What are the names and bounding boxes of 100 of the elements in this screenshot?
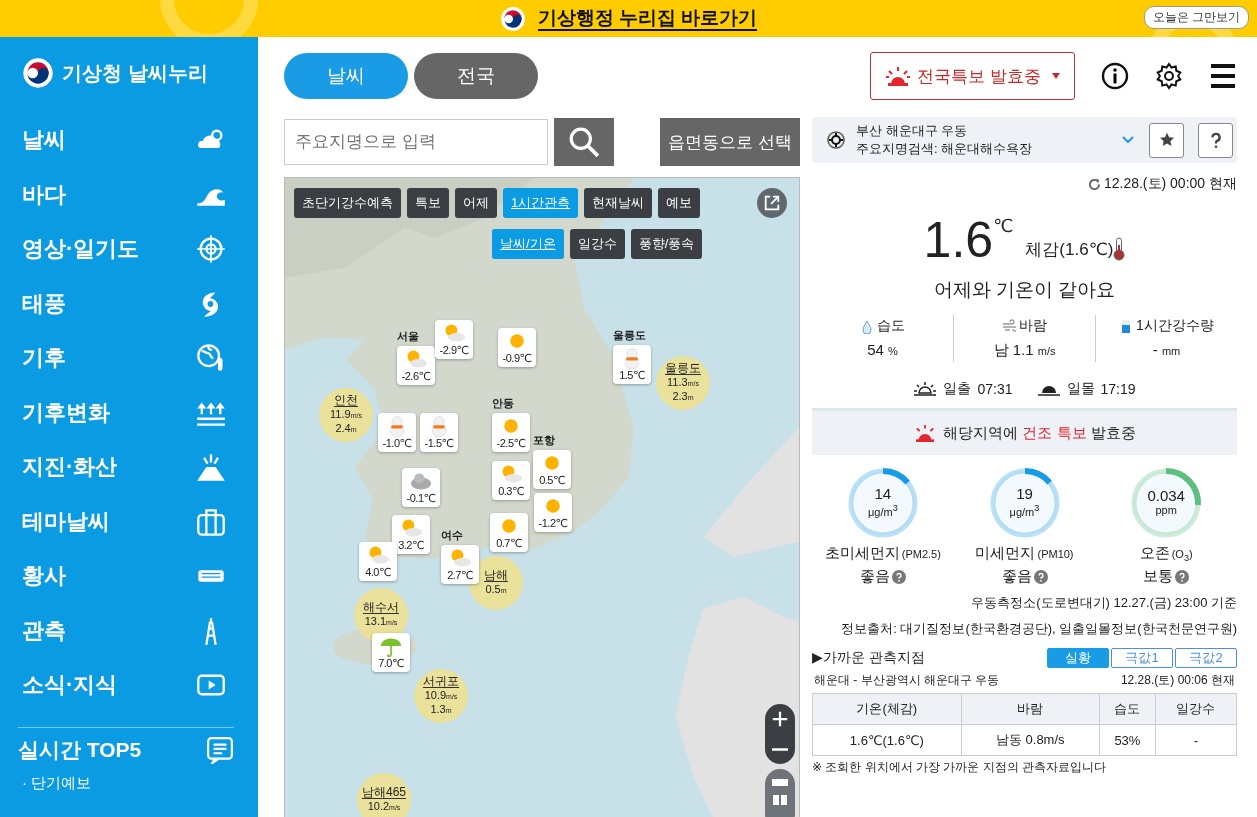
station-name: 포항 [533, 433, 555, 448]
dismiss-button[interactable]: 오늘은 그만보기 [1143, 6, 1249, 29]
help-button[interactable] [1198, 122, 1233, 158]
caret-icon [1052, 73, 1060, 79]
temperature: 0.5℃ [539, 474, 565, 487]
section-title: ▶가까운 관측지점 [812, 649, 925, 668]
station-info: 해운대 - 부산광역시 해운대구 우동 [814, 672, 1000, 690]
map-subtab[interactable]: 풍향/풍속 [630, 229, 703, 259]
source-info: 정보출처: 대기질정보(한국환경공단), 일출일몰정보(한국천문연구원) [840, 620, 1237, 639]
search-button[interactable] [554, 118, 614, 166]
sea-station-name: 인천 [334, 394, 358, 407]
region-select-button[interactable]: 읍면동으로 선택 [660, 118, 800, 166]
weather-card[interactable]: -1.2℃ [534, 493, 572, 532]
thermometer-icon [1113, 237, 1126, 261]
temperature: -1.0℃ [382, 437, 412, 450]
menu-icon[interactable] [1209, 62, 1237, 90]
feels-like: 체감(1.6℃) [1025, 239, 1114, 261]
observation-time: 12.28.(토) 00:00 현재 [1103, 175, 1237, 193]
chevron-down-icon[interactable] [1121, 135, 1135, 145]
weather-card[interactable]: -2.5℃ [492, 413, 530, 452]
sunset-label: 일몰 [1066, 380, 1095, 398]
sea-station-name: 남해465 [362, 786, 406, 799]
temperature: 4.0℃ [365, 566, 391, 579]
banner-link[interactable]: 기상행정 누리집 바로가기 [537, 6, 758, 31]
help-icon[interactable] [891, 569, 906, 584]
map-tab[interactable]: 예보 [658, 188, 701, 218]
temperature: 0.7℃ [496, 537, 522, 550]
stat-value: 54 % [867, 341, 898, 358]
crosshair-icon[interactable] [826, 130, 846, 150]
weather-card[interactable]: -1.0℃ [378, 413, 416, 452]
temperature: -1.2℃ [538, 517, 568, 530]
site-logo-text: 기상청 날씨누리 [62, 60, 208, 86]
alert-button[interactable]: 전국특보 발효중 [870, 52, 1075, 100]
pollutant-name: 오존 [1139, 544, 1170, 561]
sea-station-name: 울릉도 [665, 362, 701, 375]
weather-card[interactable]: -2.6℃ [397, 346, 435, 385]
stat-value: 남 1.1 m/s [993, 341, 1056, 360]
temperature: 1.5℃ [619, 369, 645, 382]
weather-card[interactable]: -1.5℃ [420, 413, 458, 452]
ruler-button[interactable] [765, 769, 795, 817]
pollutant-code: (PM2.5) [901, 548, 941, 560]
pollutant-code: (PM10) [1037, 548, 1074, 560]
target-icon [196, 234, 226, 265]
help-icon[interactable] [1033, 569, 1048, 584]
station-name: 울릉도 [613, 328, 646, 343]
weather-card[interactable]: -0.9℃ [498, 328, 536, 367]
globe-icon [196, 343, 226, 374]
air-value: 19 [1016, 487, 1033, 502]
weather-card[interactable]: 3.2℃ [392, 515, 430, 554]
stat-label: 습도 [877, 317, 905, 335]
weather-card[interactable]: 1.5℃ [613, 345, 651, 384]
tab[interactable]: 전국 [414, 53, 538, 99]
air-value: 0.034 [1147, 489, 1185, 503]
stat-label: 바람 [1019, 317, 1047, 335]
volcano-icon [196, 452, 226, 483]
siren-icon [885, 66, 911, 86]
weather-card[interactable]: 2.7℃ [441, 545, 479, 584]
table-cell: 1.6℃(1.6℃) [812, 724, 962, 756]
air-unit: μg/m$^{3}$ [1009, 502, 1040, 519]
temperature: 0.3℃ [498, 485, 524, 498]
info-icon[interactable] [1101, 62, 1129, 90]
map-tab[interactable]: 특보 [407, 188, 449, 218]
weather-card[interactable]: -0.1℃ [402, 468, 440, 507]
umbrella-icon [379, 635, 403, 657]
air-grade: 보통 [1143, 567, 1174, 587]
search-field[interactable]: 주요지명으로 입력 [284, 119, 548, 165]
help-icon[interactable] [1175, 569, 1190, 584]
sunrise-label: 일출 [943, 380, 972, 398]
weather-card[interactable]: 7.0℃ [372, 633, 410, 672]
map-tab[interactable]: 현재날씨 [584, 188, 653, 218]
station-name: 서울 [397, 329, 419, 344]
observation-time: 12.28.(토) 00:06 현재 [1120, 672, 1235, 690]
stat-value: - mm [1152, 341, 1181, 358]
pollutant-name: 초미세먼지 [824, 544, 900, 561]
table-cell: 남동 0.8m/s [961, 724, 1100, 756]
gauge-track [848, 468, 918, 538]
map-subtab[interactable]: 일강수 [569, 229, 625, 259]
air-value: 14 [874, 487, 892, 502]
sunrise-icon [913, 381, 938, 397]
weather-card[interactable]: 0.5℃ [533, 450, 571, 489]
map-tab[interactable]: 초단기강수예측 [294, 188, 401, 218]
footnote: ※ 조회한 위치에서 가장 가까운 지점의 관측자료입니다 [812, 759, 1108, 777]
temperature: 7.0℃ [378, 657, 404, 670]
station-name: 안동 [492, 396, 514, 411]
sunrise-time: 07:31 [977, 381, 1013, 397]
weather-card[interactable]: 4.0℃ [359, 542, 397, 581]
settings-icon[interactable] [1155, 62, 1183, 90]
pollutant-name: 미세먼지 [975, 544, 1036, 561]
table-cell: 53% [1099, 724, 1156, 756]
plus-icon [771, 710, 789, 728]
gauge-track [1131, 468, 1201, 538]
map-tab[interactable]: 어제 [455, 188, 497, 218]
refresh-icon[interactable] [1087, 177, 1101, 191]
weather-card[interactable]: -2.9℃ [435, 320, 473, 359]
weather-card[interactable]: 0.3℃ [492, 461, 530, 500]
weather-card[interactable]: 0.7℃ [490, 513, 528, 552]
wind-icon [1002, 318, 1016, 334]
temperature: -1.5℃ [424, 437, 454, 450]
favorite-button[interactable] [1149, 122, 1184, 158]
gauge-track [990, 468, 1059, 538]
